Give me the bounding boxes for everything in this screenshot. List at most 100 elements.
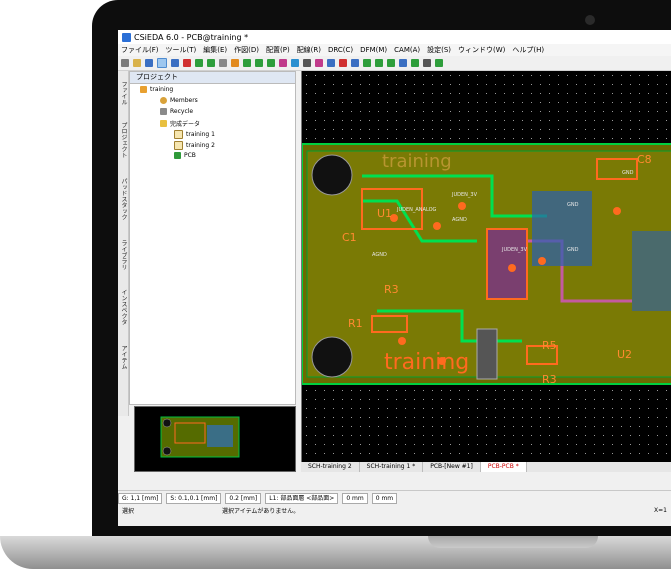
schematic-icon (174, 130, 183, 139)
cut-icon[interactable] (411, 59, 419, 67)
tree-item-training-1[interactable]: training 1 (174, 130, 215, 139)
refdes-label: R3 (384, 283, 399, 296)
dimension-icon[interactable] (423, 59, 431, 67)
tab-library[interactable]: ライブラリ (118, 233, 128, 277)
menu-drc[interactable]: DRC(C) (328, 46, 353, 54)
pad (398, 337, 406, 345)
refdes-label: U2 (617, 348, 632, 361)
menu-dfm[interactable]: DFM(M) (360, 46, 387, 54)
undo-icon[interactable] (195, 59, 203, 67)
ic-body (532, 191, 592, 266)
tree-item-label: training (150, 86, 174, 93)
tab-inspector[interactable]: インスペクタ (118, 281, 128, 333)
pad (538, 257, 546, 265)
silkscreen-label: training (384, 350, 469, 375)
grid-icon[interactable] (351, 59, 359, 67)
x-coordinate-field[interactable]: 0 mm (342, 492, 368, 504)
drc-icon[interactable] (339, 59, 347, 67)
coordinate-readout: X=1 (654, 507, 667, 514)
tree-item-recycle[interactable]: Recycle (160, 108, 193, 115)
measure-icon[interactable] (303, 59, 311, 67)
tree-item-training[interactable]: training (140, 86, 173, 93)
folder-icon (160, 120, 167, 127)
main-area: ファイル プロジェクト パッドスタック ライブラリ インスペクタ アイテム プロ… (118, 71, 671, 488)
net-label: AGND (452, 217, 467, 223)
ic-body (632, 231, 671, 311)
menu-cam[interactable]: CAM(A) (394, 46, 420, 54)
tab-sch-training-1[interactable]: SCH-training 1 * (360, 462, 424, 472)
snap-select[interactable]: S: 0.1,0.1 [mm] (166, 492, 222, 504)
menu-file[interactable]: ファイル(F) (121, 45, 159, 55)
menu-window[interactable]: ウィンドウ(W) (458, 45, 505, 55)
hole-icon[interactable] (435, 59, 443, 67)
menu-bar: ファイル(F) ツール(T) 編集(E) 作図(D) 配置(P) 配線(R) D… (118, 44, 671, 56)
camera-icon (585, 15, 595, 25)
pcb-drawing[interactable]: training training C1 R3 R1 R5 R3 U1 U2 C… (302, 71, 671, 462)
arc-tool-icon[interactable] (291, 59, 299, 67)
text-bold-icon[interactable] (375, 59, 383, 67)
tree-item-training-2[interactable]: training 2 (174, 141, 215, 150)
pcb-canvas[interactable]: training training C1 R3 R1 R5 R3 U1 U2 C… (301, 71, 671, 462)
laptop-frame: CSiEDA 6.0 - PCB@training * ファイル(F) ツール(… (0, 0, 671, 569)
project-icon (140, 86, 147, 93)
chart-icon[interactable] (267, 59, 275, 67)
tab-pcb-pcb[interactable]: PCB-PCB * (480, 462, 527, 472)
net-label: JUDEN_ANALOG (396, 207, 437, 213)
menu-tools[interactable]: ツール(T) (166, 45, 197, 55)
pad-icon[interactable] (315, 59, 323, 67)
net-label: JUDEN_3V (501, 247, 528, 253)
tab-file[interactable]: ファイル (118, 75, 128, 111)
tree-item-label: training 1 (186, 131, 215, 138)
tree-item-members[interactable]: Members (160, 97, 198, 104)
tab-project[interactable]: プロジェクト (118, 115, 128, 165)
tab-sch-training-2[interactable]: SCH-training 2 (301, 462, 360, 472)
tab-item[interactable]: アイテム (118, 337, 128, 377)
open-folder-icon[interactable] (133, 59, 141, 67)
mount-hole (311, 336, 353, 378)
net-label: GND (622, 170, 634, 176)
ic-body (476, 328, 498, 380)
curve-tool-icon[interactable] (279, 59, 287, 67)
grid-select[interactable]: G: 1,1 [mm] (118, 492, 163, 504)
tree-item-completed-data[interactable]: 完成データ (160, 119, 200, 128)
layer-select[interactable]: L1: 部品面層 <部品面> (265, 492, 339, 504)
menu-help[interactable]: ヘルプ(H) (512, 45, 544, 55)
tab-pcb-new[interactable]: PCB-[New #1] (423, 462, 481, 472)
redo-icon[interactable] (207, 59, 215, 67)
via-icon[interactable] (327, 59, 335, 67)
members-icon (160, 97, 167, 104)
mode-label: 選択 (122, 508, 135, 515)
menu-settings[interactable]: 設定(S) (427, 45, 451, 55)
tree-item-pcb[interactable]: PCB (174, 152, 196, 159)
tab-padstack[interactable]: パッドスタック (118, 169, 128, 229)
overview-minimap[interactable] (134, 406, 296, 472)
fill-icon[interactable] (387, 59, 395, 67)
y-coordinate-field[interactable]: 0 mm (371, 492, 398, 504)
menu-draw[interactable]: 作図(D) (234, 45, 259, 55)
save-icon[interactable] (145, 59, 153, 67)
delete-icon[interactable] (183, 59, 191, 67)
project-panel-header: プロジェクト (130, 72, 295, 84)
menu-route[interactable]: 配線(R) (297, 45, 321, 55)
left-tab-strip: ファイル プロジェクト パッドスタック ライブラリ インスペクタ アイテム (118, 71, 129, 416)
route-icon[interactable] (255, 59, 263, 67)
pad (613, 207, 621, 215)
tree-item-label: Recycle (170, 108, 194, 115)
app-window: CSiEDA 6.0 - PCB@training * ファイル(F) ツール(… (118, 30, 671, 526)
layer-icon[interactable] (399, 59, 407, 67)
gear-icon[interactable] (231, 59, 239, 67)
move-icon[interactable] (171, 59, 179, 67)
text-icon[interactable] (363, 59, 371, 67)
toolbar (118, 56, 671, 71)
net-label: JUDEN_3V (451, 192, 478, 198)
refdes-label: C8 (637, 153, 652, 166)
wand-icon[interactable] (121, 59, 129, 67)
base-notch (428, 536, 598, 548)
pcb-icon (174, 152, 181, 159)
line-tool-icon[interactable] (243, 59, 251, 67)
component-icon[interactable] (219, 59, 227, 67)
menu-place[interactable]: 配置(P) (266, 45, 290, 55)
width-select[interactable]: 0.2 [mm] (225, 492, 262, 504)
menu-edit[interactable]: 編集(E) (203, 45, 227, 55)
select-pointer-icon[interactable] (157, 58, 167, 68)
